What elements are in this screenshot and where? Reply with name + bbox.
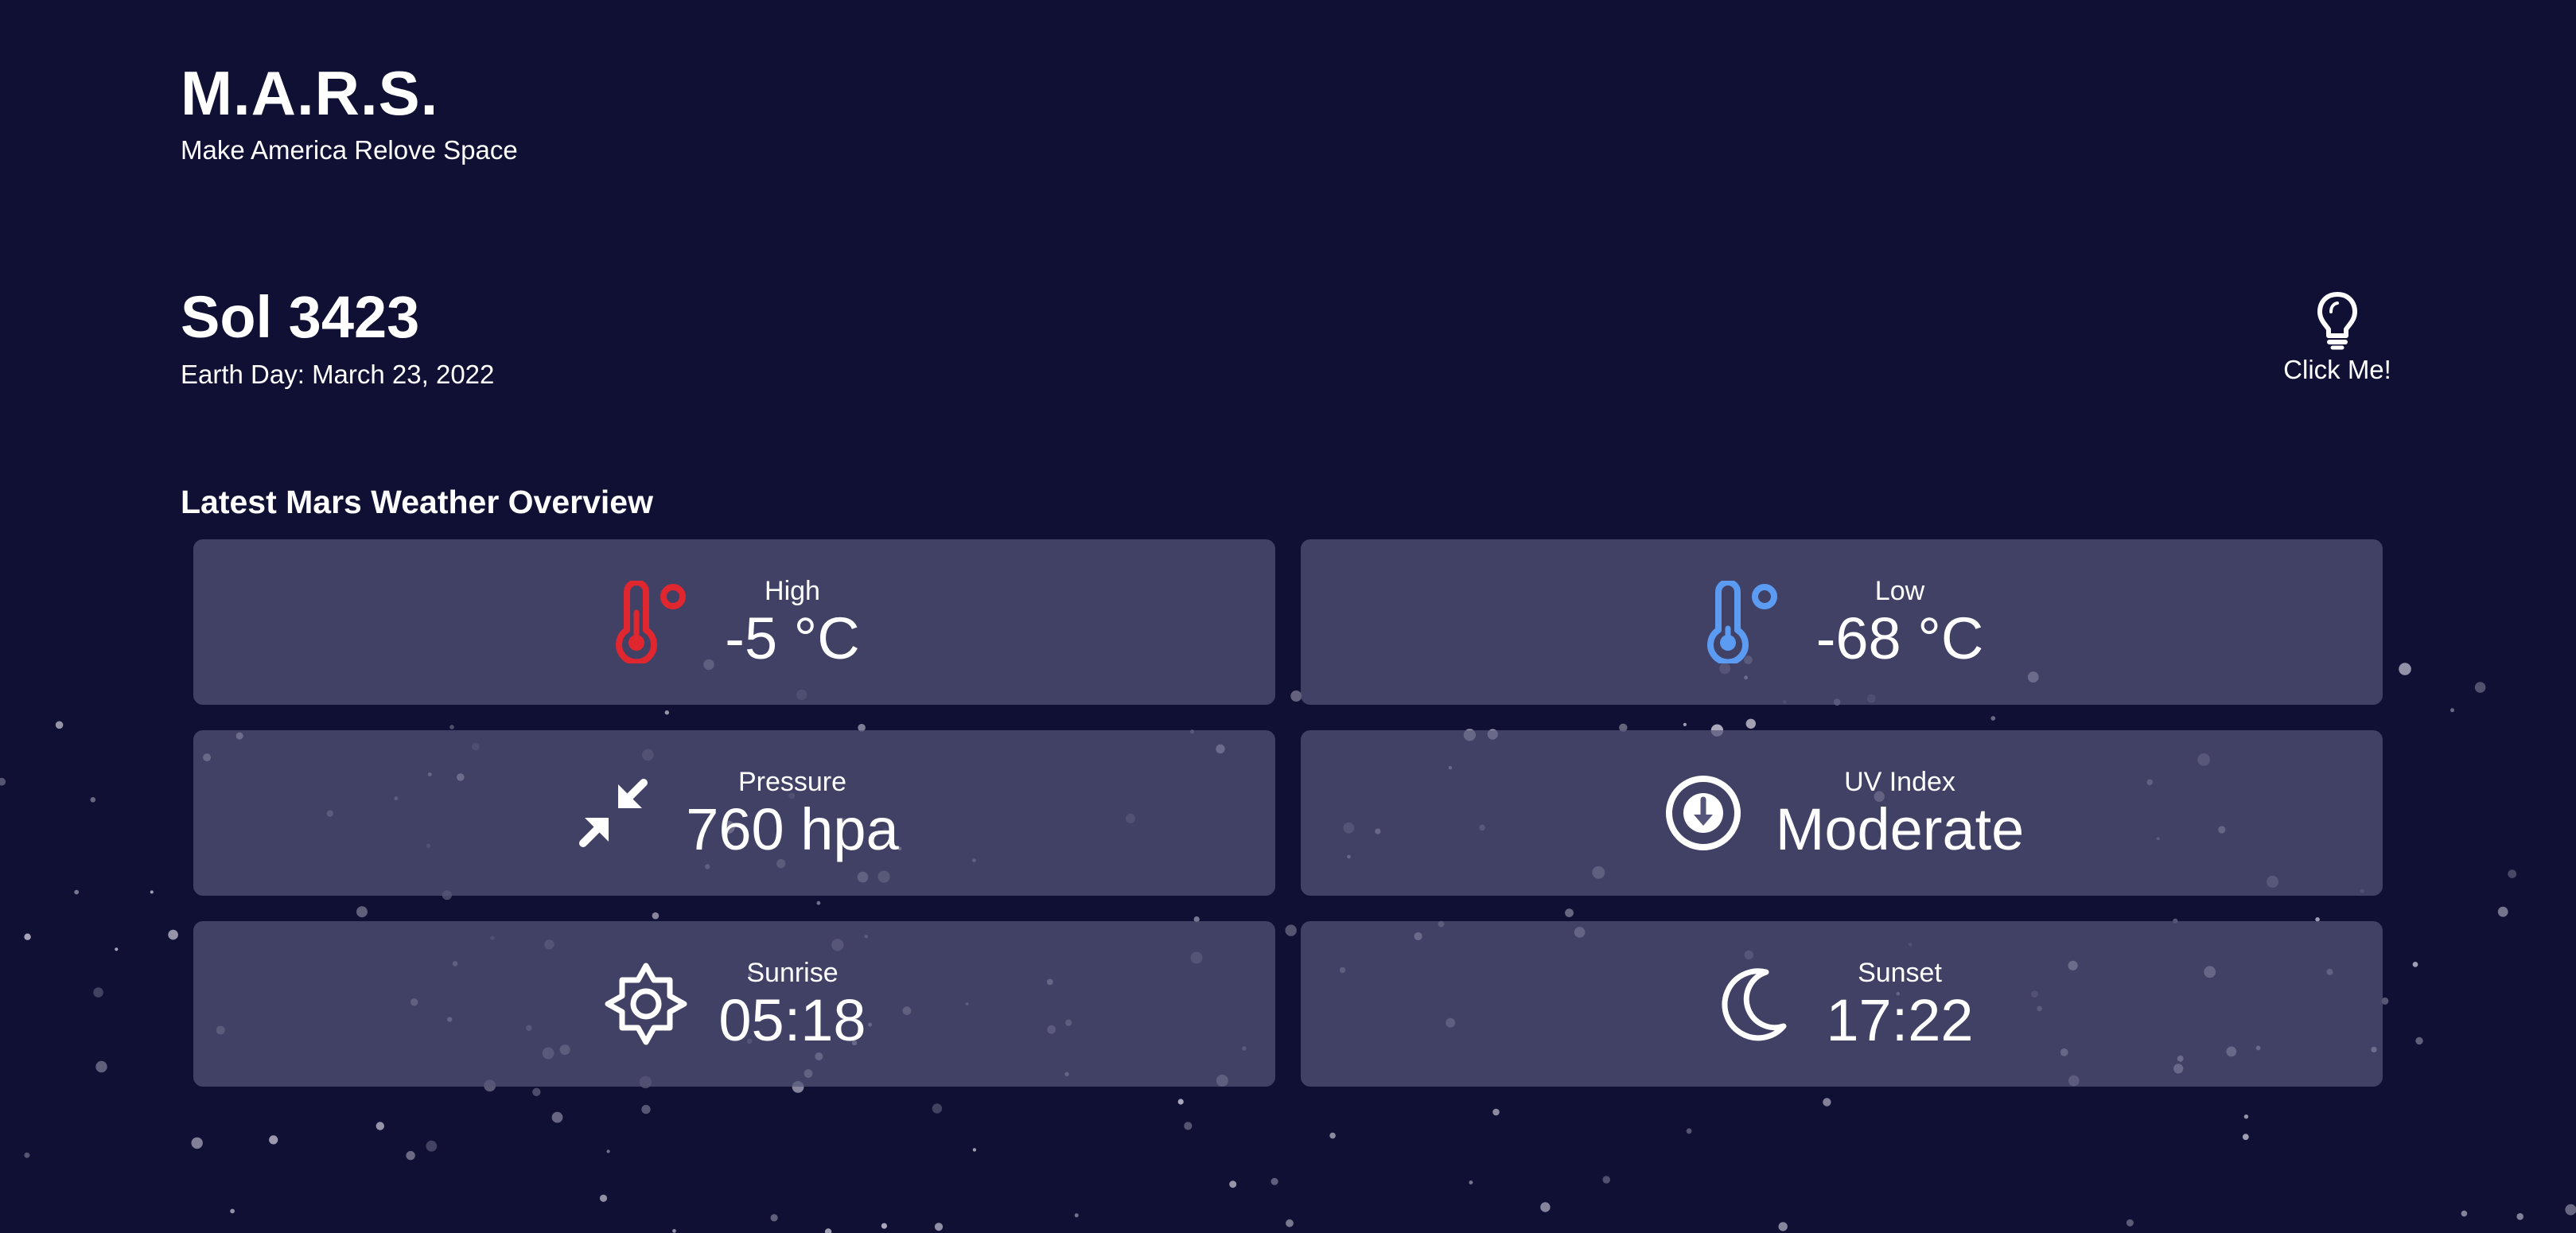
star — [95, 1060, 107, 1073]
star — [191, 1137, 203, 1149]
thermometer-cold-icon — [1700, 578, 1788, 666]
card-sunrise: Sunrise 05:18 — [193, 921, 1275, 1087]
star — [606, 1149, 610, 1153]
star — [932, 1103, 943, 1114]
star — [2461, 1210, 2468, 1217]
sunset-value: 17:22 — [1826, 986, 1974, 1053]
star — [1229, 1180, 1237, 1188]
star — [1286, 1219, 1294, 1227]
star — [55, 721, 64, 729]
star — [115, 947, 119, 951]
star — [1329, 1132, 1336, 1139]
star — [1492, 1108, 1500, 1116]
star — [2450, 708, 2454, 713]
star — [1177, 1099, 1184, 1105]
star — [1823, 1098, 1831, 1107]
thermometer-hot-icon — [609, 578, 696, 666]
brand: M.A.R.S. Make America Relove Space — [181, 62, 518, 165]
sun-icon — [602, 960, 690, 1048]
brand-subtitle: Make America Relove Space — [181, 135, 518, 165]
star — [2412, 962, 2418, 967]
star — [1540, 1202, 1551, 1212]
star — [376, 1122, 384, 1130]
star — [93, 987, 103, 998]
page: M.A.R.S. Make America Relove Space Sol 3… — [0, 0, 2576, 1233]
star — [1270, 1177, 1278, 1185]
weather-grid: High -5 °C Low -68 °C Pressure 760 hpa U… — [193, 539, 2383, 1087]
click-me-label: Click Me! — [2283, 355, 2391, 384]
low-value: -68 °C — [1815, 605, 1984, 671]
star — [1184, 1122, 1193, 1130]
star — [2516, 1213, 2523, 1220]
star — [2243, 1114, 2249, 1119]
earth-day: Earth Day: March 23, 2022 — [181, 360, 495, 389]
star — [532, 1087, 541, 1097]
sunrise-value: 05:18 — [718, 986, 866, 1053]
brand-title: M.A.R.S. — [181, 58, 439, 128]
star — [168, 929, 178, 940]
high-value: -5 °C — [725, 605, 860, 671]
card-sunset: Sunset 17:22 — [1301, 921, 2383, 1087]
star — [2242, 1134, 2249, 1141]
star — [1686, 1128, 1692, 1134]
sol-header: Sol 3423 Earth Day: March 23, 2022 — [181, 288, 494, 390]
uv-value: Moderate — [1775, 795, 2025, 862]
star — [1469, 1180, 1473, 1184]
star — [90, 797, 96, 803]
low-label: Low — [1874, 575, 1925, 606]
arrow-down-circle-icon — [1660, 769, 1747, 857]
star — [1074, 1213, 1079, 1218]
star — [770, 1214, 778, 1222]
star — [406, 1150, 415, 1161]
star — [0, 777, 6, 786]
star — [551, 1111, 563, 1123]
star — [824, 1228, 832, 1233]
star — [2508, 869, 2517, 878]
star — [641, 1104, 651, 1114]
star — [2399, 663, 2411, 675]
high-label: High — [765, 575, 820, 606]
star — [2565, 1204, 2576, 1215]
star — [24, 933, 31, 940]
sol-title: Sol 3423 — [181, 284, 420, 350]
star — [269, 1135, 278, 1145]
star — [672, 1229, 676, 1233]
star — [1602, 1176, 1610, 1184]
star — [2497, 906, 2508, 917]
pressure-label: Pressure — [737, 766, 847, 797]
star — [24, 1152, 30, 1158]
star — [2126, 1219, 2134, 1227]
star — [150, 890, 154, 894]
compress-arrows-icon — [570, 769, 657, 857]
moon-icon — [1710, 960, 1797, 1048]
star — [1778, 1222, 1788, 1231]
overview-title: Latest Mars Weather Overview — [181, 484, 653, 520]
star — [2415, 1037, 2423, 1045]
star — [2474, 682, 2486, 693]
star — [972, 1148, 977, 1152]
sunset-label: Sunset — [1858, 957, 1942, 988]
card-high: High -5 °C — [193, 539, 1275, 705]
uv-label: UV Index — [1844, 766, 1955, 797]
card-pressure: Pressure 760 hpa — [193, 730, 1275, 896]
star — [74, 889, 80, 895]
star — [426, 1140, 438, 1152]
card-uv-index: UV Index Moderate — [1301, 730, 2383, 896]
star — [230, 1208, 235, 1214]
sunrise-label: Sunrise — [746, 957, 839, 988]
lightbulb-icon — [2267, 291, 2407, 350]
star — [934, 1223, 944, 1231]
click-me-button[interactable]: Click Me! — [2267, 291, 2407, 385]
star — [599, 1194, 608, 1202]
card-low: Low -68 °C — [1301, 539, 2383, 705]
pressure-value: 760 hpa — [686, 795, 899, 862]
star — [881, 1223, 887, 1229]
